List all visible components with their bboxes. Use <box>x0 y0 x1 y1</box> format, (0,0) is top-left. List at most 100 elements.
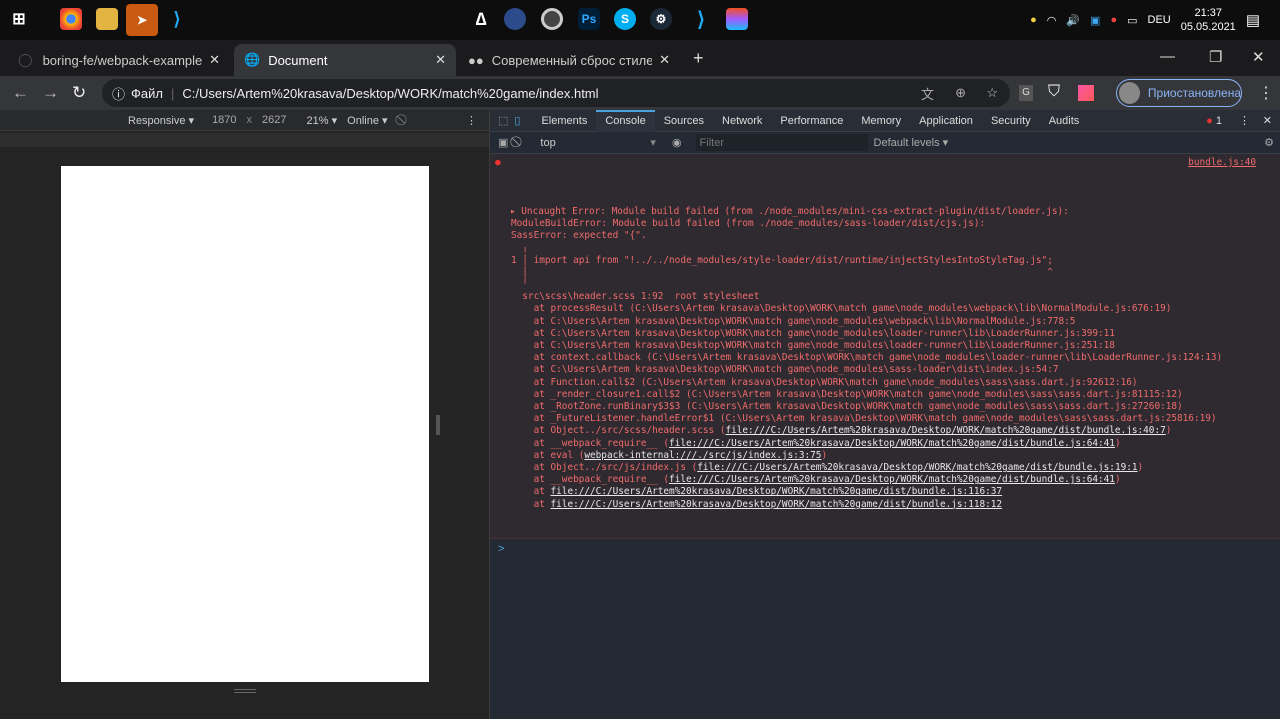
bookmark-star-icon[interactable]: ☆ <box>986 85 998 101</box>
error-line: at Function.call$2 (C:\Users\Artem krasa… <box>511 376 1138 388</box>
close-tab-icon[interactable]: ✕ <box>659 52 670 68</box>
tab-elements[interactable]: Elements <box>532 110 596 132</box>
volume-icon[interactable]: 🔊 <box>1066 14 1080 27</box>
tab-sources[interactable]: Sources <box>655 110 713 132</box>
console-settings-icon[interactable]: ⚙ <box>1264 136 1274 149</box>
clock[interactable]: 21:37 05.05.2021 <box>1181 6 1236 34</box>
filter-input[interactable] <box>695 134 868 151</box>
tab-network[interactable]: Network <box>713 110 771 132</box>
new-tab-button[interactable]: + <box>693 48 704 69</box>
chrome-icon[interactable] <box>60 8 82 30</box>
stack-link[interactable]: file:///C:/Users/Artem%20krasava/Desktop… <box>669 438 1115 449</box>
console-prompt[interactable]: > <box>490 539 1280 559</box>
device-menu-icon[interactable]: ⋮ <box>466 114 477 127</box>
context-dropdown-icon[interactable]: ▾ <box>650 136 656 149</box>
menu-icon[interactable]: ⋮ <box>1258 83 1274 103</box>
error-line: ╷ <box>511 242 528 254</box>
vscode-icon[interactable]: ⟩ <box>166 8 188 30</box>
back-button[interactable]: ← <box>12 83 29 103</box>
tab-document[interactable]: 🌐 Document ✕ <box>234 44 456 76</box>
shield-extension-icon[interactable]: ⛉ <box>1048 83 1060 101</box>
close-tab-icon[interactable]: ✕ <box>435 52 446 68</box>
address-bar[interactable]: ⓘ Файл | C:/Users/Artem%20krasava/Deskto… <box>102 79 1010 107</box>
eye-icon[interactable]: ◉ <box>672 136 682 149</box>
stack-link[interactable]: file:///C:/Users/Artem%20krasava/Desktop… <box>725 425 1165 436</box>
telegram-icon[interactable]: ➤ <box>126 4 158 36</box>
stack-text: at __webpack_require__ ( <box>511 474 670 486</box>
close-tab-icon[interactable]: ✕ <box>209 52 220 68</box>
extension-pink-icon[interactable] <box>1078 85 1094 101</box>
error-line: at _RootZone.runBinary$3$3 (C:\Users\Art… <box>511 401 1183 413</box>
error-source-link[interactable]: bundle.js:40 <box>1188 157 1256 169</box>
page-preview[interactable] <box>61 166 429 682</box>
forward-button[interactable]: → <box>42 83 59 103</box>
stack-text: at <box>511 498 551 510</box>
vscode-icon-2[interactable]: ⟩ <box>690 8 712 31</box>
file-explorer-icon[interactable] <box>96 8 118 30</box>
close-window-button[interactable]: ✕ <box>1252 48 1265 66</box>
zoom-select[interactable]: 21% ▾ <box>307 114 338 127</box>
app-tray-icon-2[interactable]: ● <box>1110 14 1117 26</box>
stack-link[interactable]: webpack-internal:///./src/js/index.js:3:… <box>584 450 821 461</box>
stack-link[interactable]: file:///C:/Users/Artem%20krasava/Desktop… <box>551 486 1003 497</box>
resize-handle-right[interactable] <box>436 415 440 435</box>
tab-security[interactable]: Security <box>982 110 1040 132</box>
tab-audits[interactable]: Audits <box>1040 110 1089 132</box>
stack-text: ) <box>1114 437 1121 449</box>
stack-frame: at eval (webpack-internal:///./src/js/in… <box>511 450 1280 462</box>
media-query-bar[interactable] <box>0 133 489 147</box>
restore-button[interactable]: ❐ <box>1209 48 1222 66</box>
tab-performance[interactable]: Performance <box>771 110 852 132</box>
error-counter[interactable]: ● 1 <box>1206 115 1222 127</box>
throttle-select[interactable]: Online ▾ <box>347 114 387 127</box>
tab-console[interactable]: Console <box>596 109 655 132</box>
resize-handle-bottom[interactable] <box>234 689 256 693</box>
tab-medium[interactable]: ●● Современный сброс стилей CSS ✕ <box>458 44 680 76</box>
profile-button[interactable]: Приостановлена <box>1116 79 1242 107</box>
app-tray-icon[interactable]: ▣ <box>1090 14 1100 27</box>
tab-application[interactable]: Application <box>910 110 982 132</box>
tab-github[interactable]: ◯ boring-fe/webpack-example ✕ <box>8 44 230 76</box>
error-line: ▸ Uncaught Error: Module build failed (f… <box>510 205 1069 217</box>
cinema4d-icon[interactable] <box>504 8 526 30</box>
language-indicator[interactable]: DEU <box>1148 14 1171 26</box>
levels-select[interactable]: Default levels ▾ <box>874 136 949 149</box>
notifications-icon[interactable]: ▤ <box>1246 11 1260 29</box>
tab-strip: ◯ boring-fe/webpack-example ✕ 🌐 Document ✕ ●… <box>0 40 1280 76</box>
wifi-icon[interactable]: ◠ <box>1047 14 1057 27</box>
extension-g-icon[interactable]: G <box>1019 85 1033 101</box>
device-toolbar: Responsive ▾ 1870 x 2627 21% ▾ Online ▾ … <box>0 110 489 131</box>
assassins-creed-icon[interactable]: ∆ <box>470 8 492 30</box>
inspect-icon[interactable]: ⬚ <box>498 114 508 127</box>
skype-icon[interactable]: S <box>614 8 636 30</box>
stack-link[interactable]: file:///C:/Users/Artem%20krasava/Desktop… <box>551 499 1003 510</box>
url-text[interactable]: C:/Users/Artem%20krasava/Desktop/WORK/ma… <box>182 86 598 101</box>
close-devtools-icon[interactable]: ✕ <box>1263 114 1272 127</box>
minimize-button[interactable]: — <box>1160 48 1175 65</box>
dimension-separator: x <box>246 114 253 126</box>
device-toggle-icon[interactable]: ▯ <box>514 114 520 127</box>
stack-text: at Object../src/scss/header.scss ( <box>511 425 726 437</box>
devtools-menu-icon[interactable]: ⋮ <box>1239 114 1250 127</box>
zoom-icon[interactable]: ⊕ <box>955 85 966 101</box>
windows-icon[interactable]: ⊞ <box>8 8 30 30</box>
reload-button[interactable]: ↻ <box>72 83 86 103</box>
address-prefix: Файл <box>131 85 163 101</box>
profile-status: Приостановлена <box>1147 86 1241 100</box>
obs-icon[interactable] <box>541 8 563 30</box>
error-line: at C:\Users\Artem krasava\Desktop\WORK\m… <box>511 364 1059 376</box>
figma-icon[interactable] <box>726 8 748 30</box>
sidebar-toggle-icon[interactable]: ▣ <box>498 136 508 149</box>
context-select[interactable]: top <box>540 137 650 149</box>
stack-link[interactable]: file:///C:/Users/Artem%20krasava/Desktop… <box>697 462 1137 473</box>
stack-link[interactable]: file:///C:/Users/Artem%20krasava/Desktop… <box>669 474 1115 485</box>
weather-icon[interactable]: ● <box>1030 14 1037 26</box>
tab-memory[interactable]: Memory <box>852 110 910 132</box>
steam-icon[interactable]: ⚙ <box>650 8 672 30</box>
device-select[interactable]: Responsive ▾ <box>128 114 194 127</box>
photoshop-icon[interactable]: Ps <box>578 8 600 30</box>
battery-icon[interactable]: ▭ <box>1127 14 1137 27</box>
width-input[interactable]: 1870 <box>212 114 236 126</box>
height-input[interactable]: 2627 <box>262 114 286 126</box>
translate-icon[interactable]: 文 <box>921 84 934 103</box>
